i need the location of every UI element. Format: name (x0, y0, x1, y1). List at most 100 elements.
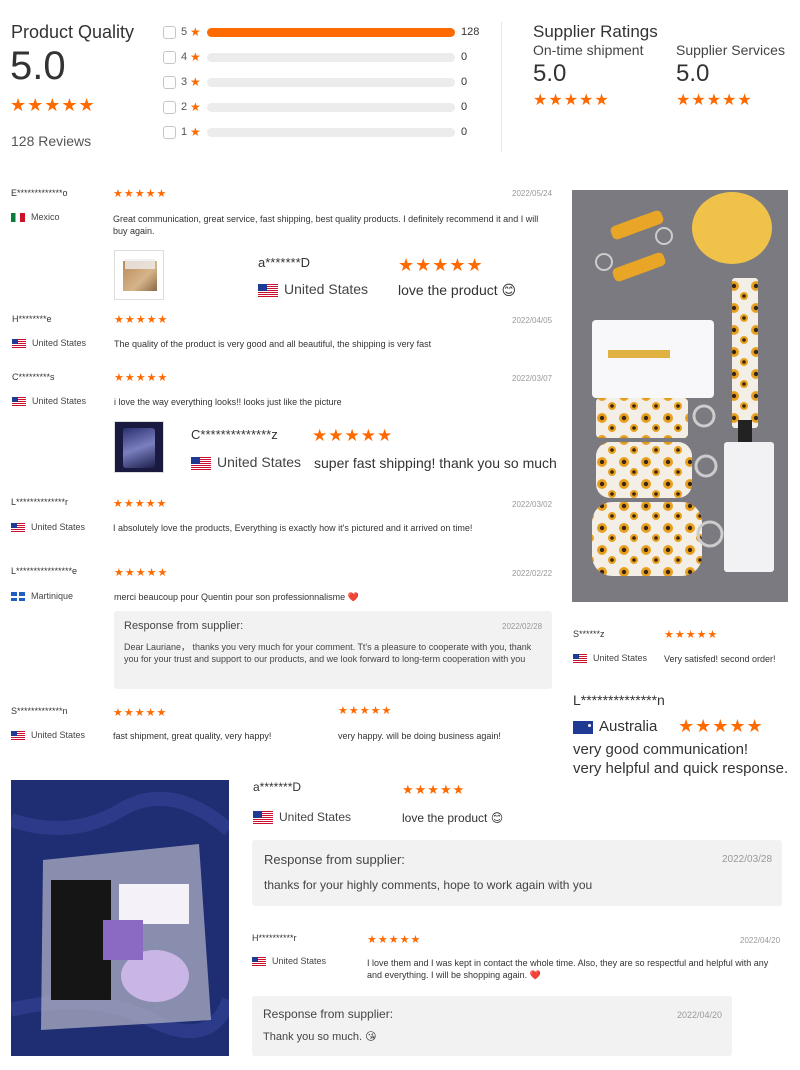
review-date: 2022/04/05 (512, 316, 553, 325)
australia-flag-icon (573, 720, 593, 734)
country-label: Australia (599, 718, 658, 735)
supplier-ratings-title: Supplier Ratings (533, 22, 658, 41)
supplier-response-text: Thank you so much. 😘 (263, 1031, 377, 1043)
package-photo-large[interactable] (11, 780, 229, 1056)
united-states-flag-icon (12, 397, 26, 407)
review-text: love the product 😊 (398, 282, 517, 298)
filter-2-label: 2 (181, 101, 188, 113)
supplier-response-text: Dear Lauriane， thanks you very much for … (124, 642, 532, 664)
filter-3-label: 3 (181, 76, 188, 88)
rating-count-4: 0 (461, 51, 468, 63)
united-states-flag-icon (11, 731, 25, 741)
supplier-response: Response from supplier: 2022/03/28 thank… (252, 840, 782, 906)
rating-bar-1 (207, 128, 455, 137)
review-text: I absolutely love the products, Everythi… (113, 523, 473, 533)
box-photo-top (125, 259, 155, 269)
supplier-services-score: 5.0 (676, 60, 710, 87)
supplier-response-date: 2022/02/28 (502, 622, 543, 631)
review-stars: ★★★★★ (402, 782, 466, 797)
rating-bar-5 (207, 28, 455, 37)
country-label: United States (32, 338, 87, 348)
country-label: United States (593, 653, 648, 663)
filter-4-label: 4 (181, 51, 188, 63)
united-states-flag-icon (191, 456, 211, 470)
martinique-flag-icon (11, 592, 25, 602)
country-label: United States (32, 396, 87, 406)
review-stars: ★★★★★ (398, 255, 484, 275)
review-stars: ★★★★★ (113, 707, 168, 719)
filter-3-checkbox[interactable] (163, 76, 176, 89)
united-states-flag-icon (258, 283, 278, 297)
country-label: United States (217, 454, 302, 470)
reviewer-country: United States (12, 396, 87, 407)
review-text: The quality of the product is very good … (114, 339, 432, 349)
on-time-shipment-score: 5.0 (533, 60, 567, 87)
review-stars: ★★★★★ (367, 934, 422, 946)
supplier-services-label: Supplier Services (676, 42, 785, 58)
review-stars: ★★★★★ (338, 705, 393, 717)
review-date: 2022/02/22 (512, 569, 553, 578)
reviewer-country: United States (11, 522, 86, 533)
filter-1-label: 1 (181, 126, 188, 138)
reviewer-name: L**************n (573, 692, 665, 708)
filter-5-checkbox[interactable] (163, 26, 176, 39)
review-text: merci beaucoup pour Quentin pour son pro… (114, 592, 359, 602)
product-quality-title: Product Quality (11, 22, 135, 42)
reviewer-name: a*******D (253, 780, 302, 794)
star-icon: ★ (190, 100, 201, 114)
review-photo-thumbnail[interactable] (114, 421, 164, 473)
star-icon: ★ (190, 25, 201, 39)
reviewer-country: Australia (573, 718, 657, 735)
supplier-services-stars: ★★★★★ (676, 92, 753, 109)
supplier-response: Response from supplier: 2022/02/28 Dear … (114, 611, 552, 689)
review-text: Very satisfed! second order! (664, 654, 776, 664)
review-stars: ★★★★★ (114, 314, 169, 326)
reviewer-name: S*************n (11, 706, 68, 716)
reviewer-name: H********e (12, 314, 52, 324)
country-label: United States (284, 281, 369, 297)
rating-bar-2 (207, 103, 455, 112)
rating-bar-4 (207, 53, 455, 62)
review-stars: ★★★★★ (114, 372, 169, 384)
reviewer-country: United States (573, 653, 648, 664)
supplier-response-date: 2022/03/28 (722, 854, 773, 865)
reviewer-name: E*************o (11, 188, 68, 198)
rating-count-1: 0 (461, 126, 468, 138)
review-date: 2022/04/20 (740, 936, 781, 945)
reviewer-country: United States (252, 956, 326, 967)
review-stars: ★★★★★ (312, 426, 394, 445)
reviews-count[interactable]: 128 Reviews (11, 133, 91, 149)
summary-divider (501, 22, 502, 152)
country-label: United States (31, 730, 86, 740)
on-time-shipment-stars: ★★★★★ (533, 92, 610, 109)
product-photo[interactable] (572, 190, 788, 602)
mexico-flag-icon (11, 213, 25, 223)
review-text: Great communication, great service, fast… (113, 214, 539, 236)
on-time-shipment-label: On-time shipment (533, 42, 644, 58)
united-states-flag-icon (11, 523, 25, 533)
supplier-response-date: 2022/04/20 (677, 1010, 723, 1020)
product-quality-score: 5.0 (10, 44, 66, 88)
review-stars: ★★★★★ (113, 188, 168, 200)
star-icon: ★ (190, 75, 201, 89)
review-stars: ★★★★★ (114, 567, 169, 579)
reviewer-name: H**********r (252, 933, 297, 943)
supplier-response-label: Response from supplier: (264, 852, 405, 867)
reviewer-country: United States (258, 281, 368, 297)
filter-4-checkbox[interactable] (163, 51, 176, 64)
supplier-response-label: Response from supplier: (263, 1007, 394, 1021)
filter-1-checkbox[interactable] (163, 126, 176, 139)
review-photo-thumbnail[interactable] (114, 250, 164, 300)
reviewer-name: L****************e (11, 566, 78, 576)
reviewer-country: Martinique (11, 591, 73, 602)
filter-2-checkbox[interactable] (163, 101, 176, 114)
supplier-response: Response from supplier: 2022/04/20 Thank… (252, 996, 732, 1056)
rating-bar-5-fill (207, 28, 455, 37)
review-text: very happy. will be doing business again… (338, 731, 501, 741)
country-label: Mexico (31, 212, 60, 222)
review-text: i love the way everything looks!! looks … (114, 397, 342, 407)
united-states-flag-icon (252, 957, 266, 967)
united-states-flag-icon (573, 654, 587, 664)
country-label: United States (31, 522, 86, 532)
reviewer-name: L**************r (11, 497, 69, 507)
